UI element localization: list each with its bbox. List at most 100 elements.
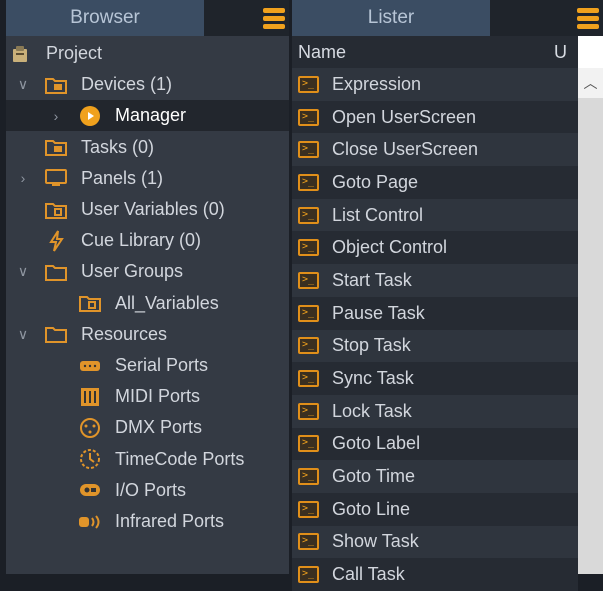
list-item-label: Show Task: [332, 531, 419, 552]
command-prompt-icon: >_: [298, 468, 319, 486]
command-prompt-icon: >_: [298, 108, 319, 126]
menu-bar-2: [577, 15, 599, 21]
tree-item[interactable]: Cue Library (0): [6, 225, 289, 256]
command-prompt-icon: >_: [298, 435, 319, 453]
variables-icon: [78, 292, 102, 314]
tree-item[interactable]: MIDI Ports: [6, 381, 289, 412]
io-port-icon: [78, 479, 102, 501]
command-prompt-icon: >_: [298, 370, 319, 388]
menu-bar-1: [577, 7, 599, 13]
menu-bar-2: [263, 15, 285, 21]
tree-item[interactable]: Project: [6, 38, 289, 69]
lister-header: Name U: [292, 36, 603, 68]
browser-title: Browser: [6, 0, 204, 36]
tree-item-label: TimeCode Ports: [115, 448, 245, 469]
list-item[interactable]: >_ Open UserScreen: [292, 100, 578, 134]
list-item-label: Call Task: [332, 564, 405, 585]
menu-bar-3: [577, 23, 599, 29]
list-item-label: Lock Task: [332, 400, 412, 421]
tree-item[interactable]: DMX Ports: [6, 412, 289, 443]
lister-scrollbar[interactable]: ︿: [578, 36, 603, 574]
lightning-icon: [44, 230, 68, 252]
tree-item[interactable]: Tasks (0): [6, 132, 289, 163]
tree-item-label: Devices (1): [81, 74, 173, 95]
tree-item[interactable]: I/O Ports: [6, 475, 289, 506]
tree-item[interactable]: Serial Ports: [6, 350, 289, 381]
serial-port-icon: [78, 355, 102, 377]
tree-item-label: User Groups: [81, 261, 184, 282]
tree-item[interactable]: › Panels (1): [6, 163, 289, 194]
tree-item-label: I/O Ports: [115, 479, 187, 500]
list-item[interactable]: >_ Goto Page: [292, 166, 578, 199]
command-prompt-icon: >_: [298, 337, 319, 355]
tree-item[interactable]: › Manager: [6, 100, 289, 132]
column-header-u[interactable]: U: [554, 42, 567, 63]
tree-item-label: Manager: [115, 105, 187, 126]
folder-icon: [44, 261, 68, 283]
lister-menu-button[interactable]: [573, 0, 603, 36]
list-item[interactable]: >_ Expression: [292, 68, 578, 101]
list-item-label: Open UserScreen: [332, 106, 477, 127]
list-item[interactable]: >_ Pause Task: [292, 296, 578, 330]
tree-item[interactable]: TimeCode Ports: [6, 444, 289, 475]
browser-panel: Browser Project ∨ Devices (1) › Manager Tasks…: [6, 0, 289, 574]
midi-port-icon: [78, 386, 102, 408]
list-item[interactable]: >_ Stop Task: [292, 329, 578, 363]
list-item[interactable]: >_ Start Task: [292, 264, 578, 297]
list-item-label: List Control: [332, 204, 424, 225]
tree-item[interactable]: User Variables (0): [6, 194, 289, 225]
list-item[interactable]: >_ Goto Label: [292, 427, 578, 461]
tree-item-label: All_Variables: [115, 292, 219, 313]
scroll-up-arrow-icon[interactable]: ︿: [578, 68, 603, 98]
tree-item[interactable]: All_Variables: [6, 288, 289, 319]
tree-item[interactable]: ∨ Devices (1): [6, 69, 289, 100]
browser-tree: Project ∨ Devices (1) › Manager Tasks (0) › Pan…: [6, 36, 289, 574]
command-list: >_ Expression >_ Open UserScreen >_ Close Use…: [292, 68, 578, 591]
tree-item-label: DMX Ports: [115, 417, 203, 438]
list-item-label: Goto Page: [332, 171, 419, 192]
chevron-right-icon[interactable]: ›: [49, 108, 63, 124]
lister-panel: Lister Name U >_ Expression >_ Open UserScr…: [292, 0, 603, 591]
tree-item-label: Cue Library (0): [81, 230, 202, 251]
list-item-label: Close UserScreen: [332, 139, 479, 160]
chevron-down-icon[interactable]: ∨: [16, 263, 30, 280]
infrared-icon: [78, 511, 102, 533]
manager-play-icon: [78, 105, 102, 127]
command-prompt-icon: >_: [298, 75, 319, 93]
command-prompt-icon: >_: [298, 271, 319, 289]
scrollbar-header-cap: [578, 36, 603, 68]
list-item-label: Expression: [332, 73, 422, 94]
tree-item[interactable]: Infrared Ports: [6, 506, 289, 537]
tree-item-label: Serial Ports: [115, 355, 209, 375]
list-item[interactable]: >_ Sync Task: [292, 362, 578, 395]
list-item[interactable]: >_ Goto Line: [292, 492, 578, 526]
tree-item[interactable]: ∨ Resources: [6, 319, 289, 350]
chevron-down-icon[interactable]: ∨: [16, 326, 30, 343]
timecode-icon: [78, 448, 102, 470]
command-prompt-icon: >_: [298, 173, 319, 191]
browser-menu-button[interactable]: [259, 0, 289, 36]
chevron-down-icon[interactable]: ∨: [16, 76, 30, 93]
command-prompt-icon: >_: [298, 141, 319, 159]
tree-item-label: Panels (1): [81, 167, 164, 188]
chevron-right-icon[interactable]: ›: [16, 170, 30, 186]
command-prompt-icon: >_: [298, 566, 319, 584]
column-header-name[interactable]: Name: [298, 42, 346, 63]
list-item[interactable]: >_ Close UserScreen: [292, 133, 578, 167]
browser-title-fill: [204, 0, 259, 36]
tree-item[interactable]: ∨ User Groups: [6, 256, 289, 287]
command-prompt-icon: >_: [298, 206, 319, 224]
menu-bar-3: [263, 23, 285, 29]
tree-item-label: Infrared Ports: [115, 511, 225, 531]
list-item[interactable]: >_ List Control: [292, 198, 578, 232]
list-item[interactable]: >_ Show Task: [292, 525, 578, 559]
list-item[interactable]: >_ Object Control: [292, 231, 578, 265]
variables-icon: [44, 199, 68, 221]
command-prompt-icon: >_: [298, 500, 319, 518]
list-item[interactable]: >_ Call Task: [292, 558, 578, 591]
list-item-label: Pause Task: [332, 302, 425, 323]
list-item-label: Goto Label: [332, 433, 421, 454]
list-item[interactable]: >_ Lock Task: [292, 394, 578, 428]
list-item[interactable]: >_ Goto Time: [292, 460, 578, 493]
project-icon: [8, 43, 32, 65]
